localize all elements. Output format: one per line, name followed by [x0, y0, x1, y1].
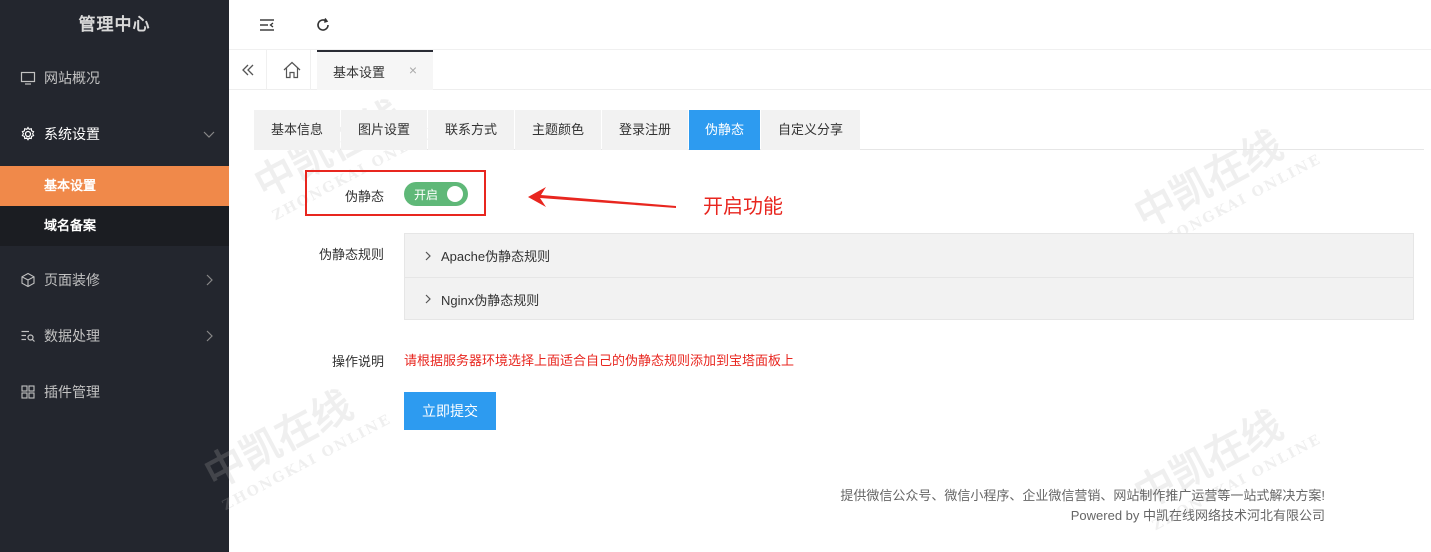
double-chevron-left-icon[interactable]	[229, 50, 267, 90]
chevron-right-icon	[201, 272, 217, 288]
list-search-icon	[20, 328, 36, 344]
rules-collapse: Apache伪静态规则 Nginx伪静态规则	[404, 233, 1414, 320]
home-icon[interactable]	[273, 50, 311, 90]
gear-icon	[20, 126, 36, 142]
sidebar-item-plugins[interactable]: 插件管理	[0, 364, 229, 420]
monitor-icon	[20, 70, 36, 86]
settings-tabs: 基本信息 图片设置 联系方式 主题颜色 登录注册 伪静态 自定义分享	[254, 110, 1424, 150]
chevron-right-icon	[423, 251, 433, 261]
main-content: 中凯在线ZHONGKAI ONLINE 中凯在线ZHONGKAI ONLINE …	[197, 90, 1431, 552]
pseudo-static-switch[interactable]: 开启	[404, 182, 468, 206]
refresh-icon[interactable]	[313, 15, 333, 35]
rules-label: 伪静态规则	[318, 247, 384, 262]
tab-contact[interactable]: 联系方式	[428, 110, 514, 150]
pseudo-static-label: 伪静态	[344, 189, 384, 204]
sidebar-item-page-decoration[interactable]: 页面装修	[0, 252, 229, 308]
rule-title: Apache伪静态规则	[441, 249, 551, 264]
page-tab-label: 基本设置	[333, 64, 386, 80]
rule-title: Nginx伪静态规则	[441, 292, 540, 308]
note-text: 请根据服务器环境选择上面适合自己的伪静态规则添加到宝塔面板上	[404, 353, 795, 368]
sidebar-subitem-basic-settings[interactable]: 基本设置	[0, 166, 229, 206]
page-tab-bar: 基本设置 ×	[229, 50, 1431, 90]
sidebar-item-label: 系统设置	[44, 126, 100, 142]
brand-title: 管理中心	[78, 15, 151, 34]
tab-basic-info[interactable]: 基本信息	[254, 110, 340, 150]
footer: 提供微信公众号、微信小程序、企业微信营销、网站制作推广运营等一站式解决方案! P…	[840, 486, 1325, 526]
page-tab-basic-settings[interactable]: 基本设置 ×	[317, 50, 433, 90]
footer-line-2: Powered by 中凯在线网络技术河北有限公司	[1070, 508, 1325, 523]
sidebar-item-label: 插件管理	[44, 384, 100, 400]
sidebar-item-overview[interactable]: 网站概况	[0, 50, 229, 106]
close-icon[interactable]: ×	[409, 62, 417, 78]
switch-text: 开启	[414, 187, 439, 202]
tab-theme-color[interactable]: 主题颜色	[515, 110, 601, 150]
sidebar-subitem-domain-filing[interactable]: 域名备案	[0, 206, 229, 246]
tab-login-register[interactable]: 登录注册	[602, 110, 688, 150]
sidebar-item-system-settings[interactable]: 系统设置	[0, 106, 229, 162]
sidebar-item-label: 页面装修	[44, 272, 100, 288]
chevron-down-icon	[201, 126, 217, 142]
sidebar-item-label: 网站概况	[44, 70, 100, 86]
cube-icon	[20, 272, 36, 288]
tab-image-settings[interactable]: 图片设置	[341, 110, 427, 150]
annotation-text: 开启功能	[703, 196, 783, 218]
tab-custom-share[interactable]: 自定义分享	[761, 110, 860, 150]
sidebar-submenu: 基本设置 域名备案	[0, 166, 229, 246]
grid-icon	[20, 384, 36, 400]
menu-collapse-icon[interactable]	[257, 15, 277, 35]
annotation-arrow-icon	[528, 187, 676, 208]
note-label: 操作说明	[331, 354, 384, 369]
chevron-right-icon	[201, 328, 217, 344]
sidebar-item-data-processing[interactable]: 数据处理	[0, 308, 229, 364]
tab-pseudo-static[interactable]: 伪静态	[689, 110, 760, 150]
switch-knob	[447, 186, 463, 202]
submit-button[interactable]: 立即提交	[404, 392, 496, 430]
top-bar	[229, 0, 1431, 50]
rule-apache[interactable]: Apache伪静态规则	[405, 234, 1413, 277]
footer-line-1: 提供微信公众号、微信小程序、企业微信营销、网站制作推广运营等一站式解决方案!	[840, 488, 1325, 503]
sidebar-item-label: 数据处理	[44, 328, 100, 344]
chevron-right-icon	[423, 294, 433, 304]
sidebar: 管理中心 网站概况 系统设置 基本设置 域名备案 页面装修 数据处理 插件管理	[0, 0, 229, 552]
rule-nginx[interactable]: Nginx伪静态规则	[405, 277, 1413, 320]
